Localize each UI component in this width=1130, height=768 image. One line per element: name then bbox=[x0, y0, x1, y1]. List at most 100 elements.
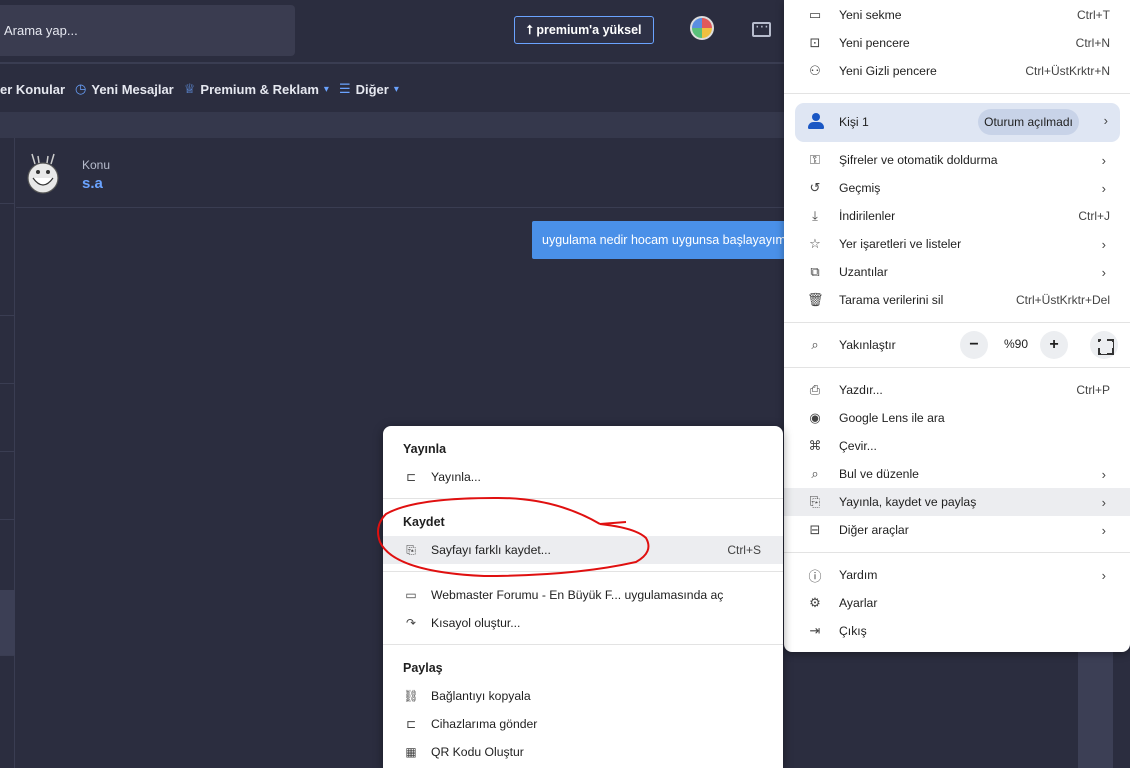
extensions-icon: ⧉ bbox=[810, 264, 820, 279]
menu-cast-save-share[interactable]: ⎘ Yayınla, kaydet ve paylaş › bbox=[784, 488, 1130, 516]
clock-icon: ◷ bbox=[75, 81, 87, 96]
exit-icon: ⇥ bbox=[809, 623, 821, 638]
help-icon: ⓘ bbox=[808, 568, 822, 584]
submenu-divider bbox=[383, 644, 783, 645]
menu-divider bbox=[784, 93, 1130, 94]
menu-exit[interactable]: ⇥ Çıkış bbox=[784, 617, 1130, 645]
menu-divider bbox=[784, 322, 1130, 323]
search-input[interactable]: Arama yap... bbox=[0, 5, 295, 56]
menu-shortcut: Ctrl+J bbox=[1078, 209, 1110, 223]
menu-bookmarks[interactable]: ☆ Yer işaretleri ve listeler › bbox=[784, 230, 1130, 258]
submenu-create-shortcut[interactable]: ↷ Kısayol oluştur... bbox=[383, 609, 783, 637]
submenu-label: QR Kodu Oluştur bbox=[431, 745, 524, 759]
conversation-item[interactable] bbox=[0, 386, 15, 452]
find-icon: ⌕ bbox=[811, 466, 819, 481]
menu-settings[interactable]: ⚙ Ayarlar bbox=[784, 589, 1130, 617]
chevron-right-icon: › bbox=[1103, 113, 1108, 128]
conversation-item[interactable] bbox=[0, 250, 15, 316]
menu-history[interactable]: ↺ Geçmiş › bbox=[784, 174, 1130, 202]
scrollbar-track[interactable] bbox=[1078, 650, 1113, 768]
submenu-label: Webmaster Forumu - En Büyük F... uygulam… bbox=[431, 588, 724, 602]
fullscreen-icon bbox=[1095, 342, 1113, 348]
signin-status-badge[interactable]: Oturum açılmadı bbox=[978, 109, 1079, 135]
print-icon: ⎙ bbox=[809, 382, 821, 397]
menu-new-window[interactable]: ⊡ Yeni pencere Ctrl+N bbox=[784, 29, 1130, 57]
submenu-open-in-app[interactable]: ▭ Webmaster Forumu - En Büyük F... uygul… bbox=[383, 581, 783, 609]
save-section-header: Kaydet bbox=[403, 515, 445, 529]
menu-google-lens[interactable]: ◉ Google Lens ile ara bbox=[784, 404, 1130, 432]
menu-label: Yayınla, kaydet ve paylaş bbox=[839, 495, 977, 509]
monitor-icon: ▭ bbox=[405, 588, 417, 602]
nav-other[interactable]: ☰ Diğer ▾ bbox=[339, 81, 399, 97]
list-icon: ☰ bbox=[338, 81, 351, 96]
settings-icon: ⚙ bbox=[809, 595, 821, 610]
menu-passwords[interactable]: ⚿ Şifreler ve otomatik doldurma › bbox=[784, 146, 1130, 174]
profile-row[interactable]: Kişi 1 Oturum açılmadı › bbox=[795, 103, 1120, 142]
conversation-item[interactable] bbox=[0, 454, 15, 520]
cast-save-share-submenu: Yayınla ⊏ Yayınla... Kaydet ⎘ Sayfayı fa… bbox=[383, 426, 783, 768]
submenu-send-devices[interactable]: ⊏ Cihazlarıma gönder bbox=[383, 710, 783, 738]
menu-incognito-window[interactable]: ⚇ Yeni Gizli pencere Ctrl+ÜstKrktr+N bbox=[784, 57, 1130, 85]
user-avatar[interactable] bbox=[690, 16, 714, 40]
background-panel bbox=[843, 650, 1078, 768]
menu-new-tab[interactable]: ▭ Yeni sekme Ctrl+T bbox=[784, 1, 1130, 29]
chevron-right-icon: › bbox=[1101, 180, 1106, 196]
submenu-save-page-as[interactable]: ⎘ Sayfayı farklı kaydet... Ctrl+S bbox=[383, 536, 783, 564]
menu-label: Yardım bbox=[839, 568, 878, 582]
thread-header: Konu s.a bbox=[16, 138, 784, 208]
chevron-down-icon: ▾ bbox=[323, 83, 329, 95]
menu-label: Bul ve düzenle bbox=[839, 467, 919, 481]
conversation-item[interactable] bbox=[0, 138, 15, 204]
cast-section-header: Yayınla bbox=[403, 442, 447, 456]
fullscreen-button[interactable] bbox=[1090, 331, 1118, 359]
thread-title[interactable]: s.a bbox=[82, 175, 103, 192]
menu-label: Yer işaretleri ve listeler bbox=[839, 237, 962, 251]
menu-translate[interactable]: ⌘ Çevir... bbox=[784, 432, 1130, 460]
menu-label: İndirilenler bbox=[839, 209, 896, 223]
zoom-out-button[interactable]: − bbox=[960, 331, 988, 359]
menu-label: Geçmiş bbox=[839, 181, 881, 195]
chevron-right-icon: › bbox=[1101, 522, 1106, 538]
chevron-down-icon: ▾ bbox=[393, 83, 399, 95]
nav-premium[interactable]: ♕ Premium & Reklam ▾ bbox=[184, 81, 329, 97]
key-icon: ⚿ bbox=[810, 152, 820, 167]
link-icon: ⛓ bbox=[403, 689, 419, 703]
menu-downloads[interactable]: ⤓ İndirilenler Ctrl+J bbox=[784, 202, 1130, 230]
history-icon: ↺ bbox=[809, 180, 821, 195]
menu-shortcut: Ctrl+T bbox=[1077, 8, 1110, 22]
nav-label: er Konular bbox=[0, 81, 66, 97]
conversation-item-selected[interactable] bbox=[0, 590, 15, 656]
menu-divider bbox=[784, 552, 1130, 553]
menu-label: Uzantılar bbox=[839, 265, 888, 279]
menu-find-edit[interactable]: ⌕ Bul ve düzenle › bbox=[784, 460, 1130, 488]
menu-extensions[interactable]: ⧉ Uzantılar › bbox=[784, 258, 1130, 286]
new-window-icon: ⊡ bbox=[809, 35, 821, 50]
submenu-label: Sayfayı farklı kaydet... bbox=[431, 543, 551, 557]
premium-label: premium'a yüksel bbox=[536, 23, 642, 37]
menu-help[interactable]: ⓘ Yardım › bbox=[784, 561, 1130, 589]
menu-clear-data[interactable]: 🗑 Tarama verilerini sil Ctrl+ÜstKrktr+De… bbox=[784, 286, 1130, 314]
premium-upgrade-button[interactable]: ⭡ premium'a yüksel bbox=[514, 16, 654, 44]
submenu-qr-code[interactable]: ▦ QR Kodu Oluştur bbox=[383, 738, 783, 766]
menu-label: Şifreler ve otomatik doldurma bbox=[839, 153, 998, 167]
menu-print[interactable]: ⎙ Yazdır... Ctrl+P bbox=[784, 376, 1130, 404]
nav-label: Diğer bbox=[355, 81, 389, 97]
upload-arrow-icon: ⭡ bbox=[526, 22, 533, 37]
submenu-copy-link[interactable]: ⛓ Bağlantıyı kopyala bbox=[383, 682, 783, 710]
conversation-item[interactable] bbox=[0, 318, 15, 384]
menu-divider bbox=[784, 367, 1130, 368]
chat-icon[interactable] bbox=[752, 18, 771, 37]
nav-new-messages[interactable]: ◷ Yeni Mesajlar bbox=[75, 81, 174, 97]
nav-label: Premium & Reklam bbox=[200, 81, 319, 97]
chevron-right-icon: › bbox=[1101, 466, 1106, 482]
menu-more-tools[interactable]: ⊟ Diğer araçlar › bbox=[784, 516, 1130, 544]
submenu-cast[interactable]: ⊏ Yayınla... bbox=[383, 463, 783, 491]
forum-subbar bbox=[0, 112, 784, 138]
cast-save-share-icon: ⎘ bbox=[809, 494, 821, 509]
lens-icon: ◉ bbox=[809, 410, 821, 425]
nav-new-topics[interactable]: er Konular bbox=[0, 82, 65, 97]
menu-label: Yazdır... bbox=[839, 383, 883, 397]
menu-label: Diğer araçlar bbox=[839, 523, 909, 537]
zoom-in-button[interactable]: + bbox=[1040, 331, 1068, 359]
forum-navbar: er Konular ◷ Yeni Mesajlar ♕ Premium & R… bbox=[0, 66, 784, 112]
